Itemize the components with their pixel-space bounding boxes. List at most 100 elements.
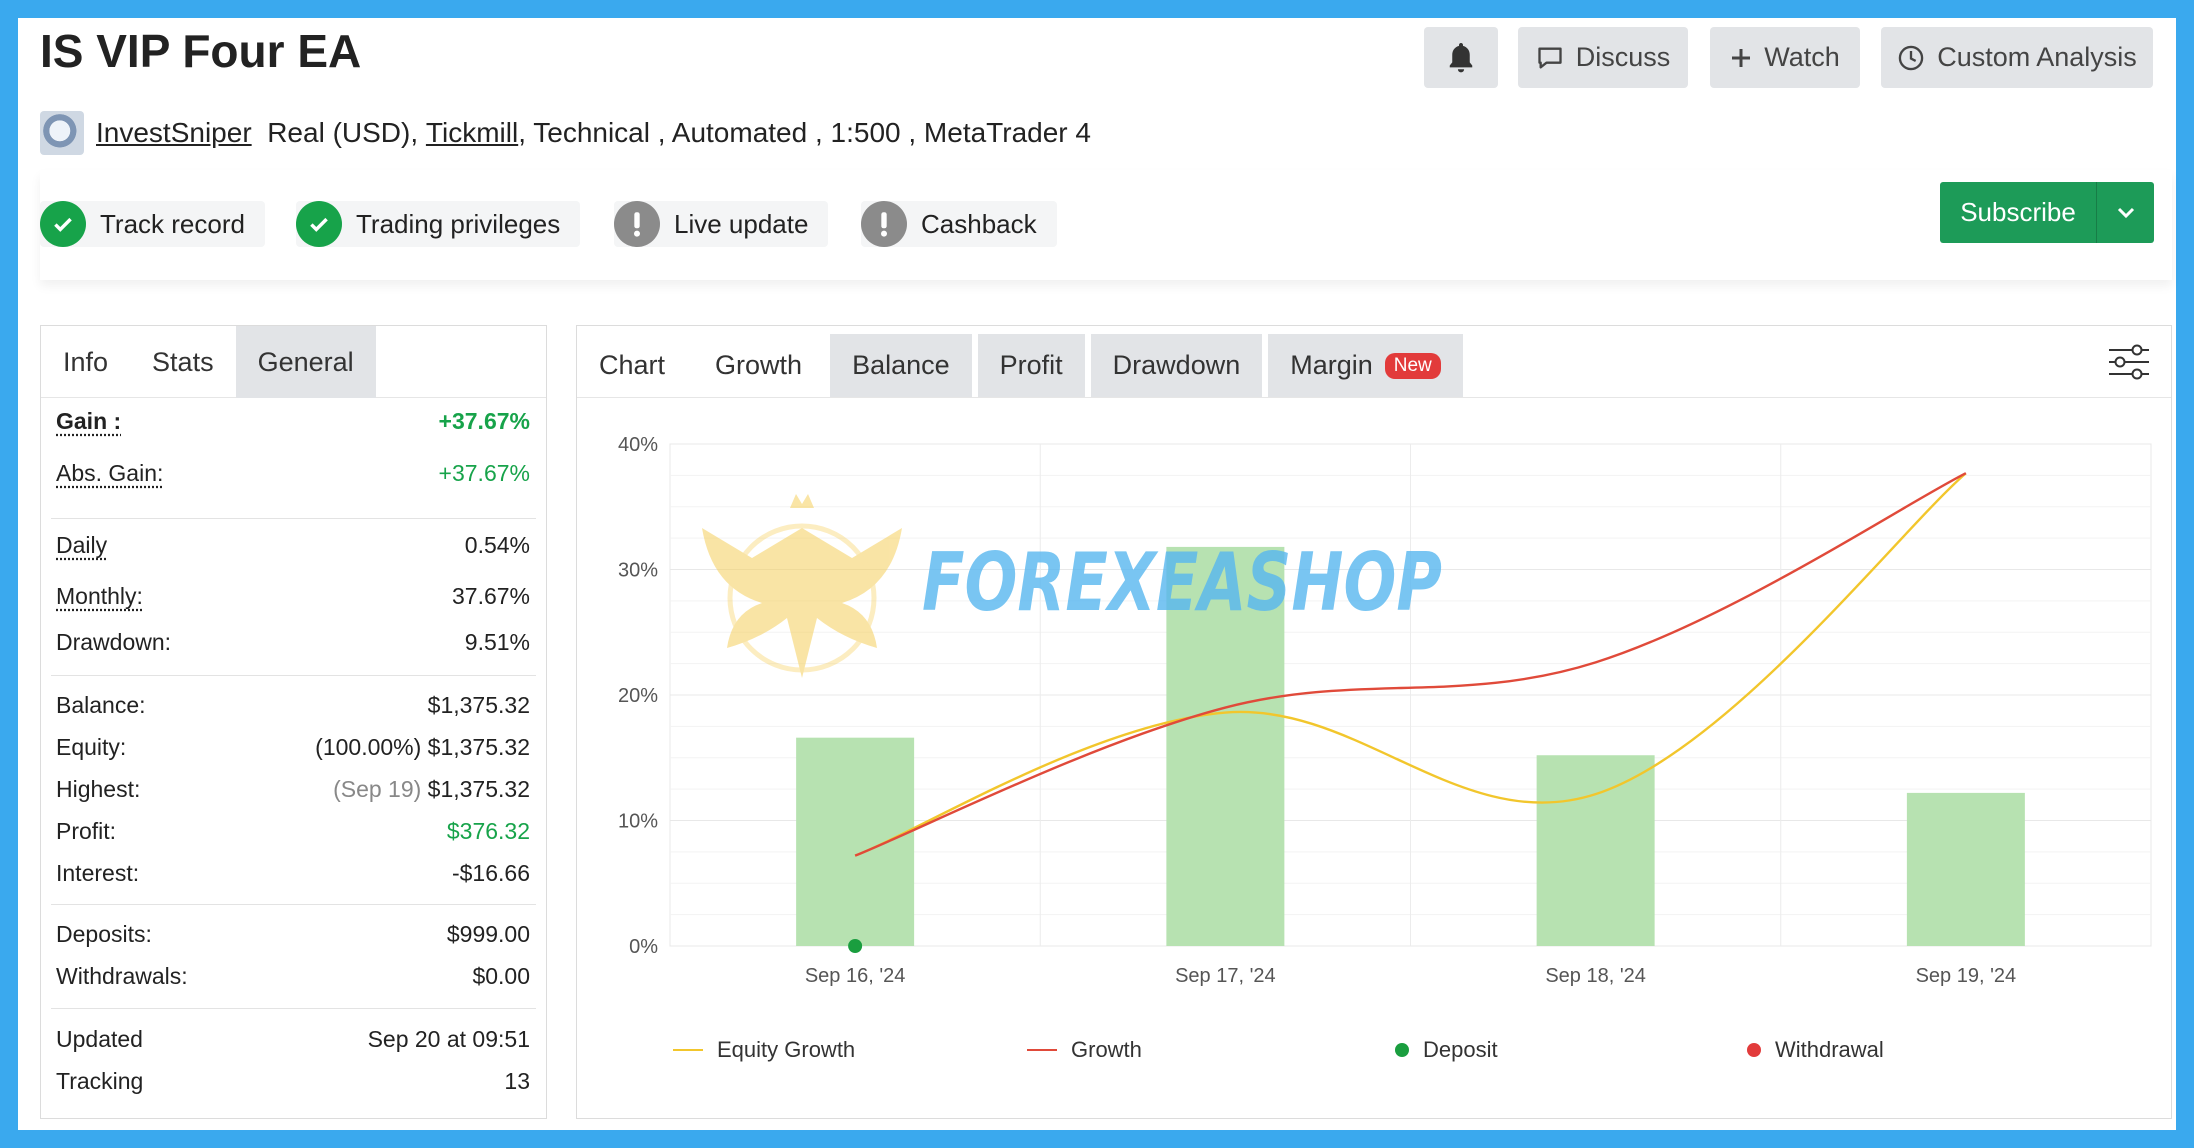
stat-label: Interest: bbox=[56, 860, 140, 886]
discuss-button[interactable]: Discuss bbox=[1518, 27, 1688, 88]
badge-track-record[interactable]: Track record bbox=[40, 201, 265, 247]
stat-label[interactable]: Abs. Gain: bbox=[56, 460, 163, 487]
badge-live-update[interactable]: Live update bbox=[614, 201, 829, 247]
custom-analysis-button[interactable]: Custom Analysis bbox=[1881, 27, 2153, 88]
stat-label[interactable]: Monthly: bbox=[56, 583, 143, 610]
chart-tabs: Chart Growth Balance Profit Drawdown Mar… bbox=[577, 326, 2171, 398]
badge-label: Track record bbox=[100, 208, 245, 239]
badge-label: Trading privileges bbox=[356, 208, 561, 239]
stat-interest: Interest: -$16.66 bbox=[56, 860, 530, 887]
tab-drawdown[interactable]: Drawdown bbox=[1090, 334, 1263, 397]
legend-growth[interactable]: Growth bbox=[1027, 1037, 1142, 1063]
verification-badges: Track record Trading privileges Live upd… bbox=[40, 170, 2172, 280]
growth-chart: 0% 10% 20% 30% 40% Sep 16, '24 Sep 17, '24 Sep … bbox=[618, 434, 2152, 987]
avatar[interactable] bbox=[40, 111, 84, 155]
watch-label: Watch bbox=[1764, 42, 1840, 72]
deposit-point bbox=[848, 939, 863, 953]
divider bbox=[51, 1008, 536, 1009]
chart-panel: Chart Growth Balance Profit Drawdown Mar… bbox=[576, 325, 2172, 1119]
equity-percent: (100.00%) bbox=[315, 734, 422, 760]
tab-margin[interactable]: Margin New bbox=[1268, 334, 1463, 397]
chart-settings-icon[interactable] bbox=[2107, 342, 2151, 387]
tab-margin-label: Margin bbox=[1290, 350, 1373, 380]
stat-value: $0.00 bbox=[472, 963, 530, 989]
bar bbox=[1906, 792, 2025, 946]
stat-label: Tracking bbox=[56, 1068, 144, 1094]
tab-general[interactable]: General bbox=[235, 326, 376, 398]
author-link[interactable]: InvestSniper bbox=[96, 117, 252, 149]
bell-icon bbox=[1449, 42, 1473, 72]
stat-label: Deposits: bbox=[56, 921, 152, 947]
stat-value: +37.67% bbox=[438, 408, 530, 434]
account-type: Real (USD), bbox=[267, 117, 419, 148]
stat-label: Withdrawals: bbox=[56, 963, 188, 989]
x-tick-label: Sep 18, '24 bbox=[1545, 965, 1646, 987]
stat-value: 9.51% bbox=[464, 629, 530, 655]
stat-gain: Gain : +37.67% bbox=[56, 408, 530, 435]
tab-profit[interactable]: Profit bbox=[977, 334, 1085, 397]
stat-balance: Balance: $1,375.32 bbox=[56, 692, 530, 719]
badge-cashback[interactable]: Cashback bbox=[861, 201, 1057, 247]
y-tick-label: 40% bbox=[618, 434, 658, 456]
bar bbox=[1536, 755, 1655, 946]
stat-daily: Daily 0.54% bbox=[56, 532, 530, 559]
tab-growth[interactable]: Growth bbox=[693, 334, 825, 397]
stat-label[interactable]: Gain : bbox=[56, 408, 121, 435]
stat-abs-gain: Abs. Gain: +37.67% bbox=[56, 460, 530, 487]
stat-tracking: Tracking 13 bbox=[56, 1068, 530, 1095]
stat-deposits: Deposits: $999.00 bbox=[56, 921, 530, 948]
tab-info[interactable]: Info bbox=[41, 326, 130, 398]
legend-deposit[interactable]: Deposit bbox=[1395, 1037, 1498, 1063]
stat-label: Updated bbox=[56, 1026, 143, 1052]
info-panel: Info Stats General Gain : +37.67% Abs. G… bbox=[40, 325, 547, 1119]
badge-label: Live update bbox=[674, 208, 809, 239]
stat-value: +37.67% bbox=[438, 460, 530, 486]
stat-label: Highest: bbox=[56, 776, 141, 802]
legend-label: Deposit bbox=[1423, 1037, 1498, 1062]
check-circle-icon bbox=[296, 201, 342, 247]
bar bbox=[1166, 546, 1285, 946]
badge-trading-privileges[interactable]: Trading privileges bbox=[296, 201, 581, 247]
watch-button[interactable]: Watch bbox=[1710, 27, 1860, 88]
tab-balance[interactable]: Balance bbox=[830, 334, 972, 397]
tab-chart[interactable]: Chart bbox=[577, 334, 687, 397]
stat-value: $376.32 bbox=[446, 818, 530, 844]
subscribe-button[interactable]: Subscribe bbox=[1940, 182, 2154, 243]
legend-swatch bbox=[1747, 1043, 1761, 1057]
bar bbox=[796, 737, 915, 946]
badge-label: Cashback bbox=[921, 208, 1037, 239]
stat-label: Equity: bbox=[56, 734, 127, 760]
stat-profit: Profit: $376.32 bbox=[56, 818, 530, 845]
stat-updated: Updated Sep 20 at 09:51 bbox=[56, 1026, 530, 1053]
stat-withdrawals: Withdrawals: $0.00 bbox=[56, 963, 530, 990]
y-tick-label: 10% bbox=[618, 811, 658, 833]
legend-label: Growth bbox=[1071, 1037, 1142, 1062]
stat-value: 37.67% bbox=[451, 583, 530, 609]
broker-link[interactable]: Tickmill bbox=[426, 117, 518, 149]
stat-drawdown: Drawdown: 9.51% bbox=[56, 629, 530, 656]
stat-label[interactable]: Daily bbox=[56, 532, 107, 559]
y-tick-label: 30% bbox=[618, 560, 658, 582]
stat-value: $999.00 bbox=[446, 921, 530, 947]
page: IS VIP Four EA Discuss Watch Custom Anal… bbox=[18, 18, 2176, 1130]
legend-swatch bbox=[673, 1049, 703, 1051]
notify-button[interactable] bbox=[1424, 27, 1498, 88]
divider bbox=[51, 904, 536, 905]
stat-value: -$16.66 bbox=[451, 860, 530, 886]
tab-stats[interactable]: Stats bbox=[130, 326, 236, 398]
stat-value: (Sep 19) $1,375.32 bbox=[333, 776, 530, 803]
stat-value: Sep 20 at 09:51 bbox=[367, 1026, 530, 1052]
stat-highest: Highest: (Sep 19) $1,375.32 bbox=[56, 776, 530, 803]
legend-label: Withdrawal bbox=[1775, 1037, 1884, 1062]
divider bbox=[51, 675, 536, 676]
check-circle-icon bbox=[40, 201, 86, 247]
exclamation-circle-icon bbox=[614, 201, 660, 247]
account-details: , Technical , Automated , 1:500 , MetaTr… bbox=[518, 117, 1091, 148]
x-tick-label: Sep 17, '24 bbox=[1175, 965, 1276, 987]
legend-equity-growth[interactable]: Equity Growth bbox=[673, 1037, 855, 1063]
custom-analysis-label: Custom Analysis bbox=[1937, 42, 2137, 72]
new-badge: New bbox=[1384, 352, 1441, 379]
chevron-down-icon[interactable] bbox=[2096, 182, 2154, 243]
legend-withdrawal[interactable]: Withdrawal bbox=[1747, 1037, 1884, 1063]
info-tabs: Info Stats General bbox=[41, 326, 546, 398]
